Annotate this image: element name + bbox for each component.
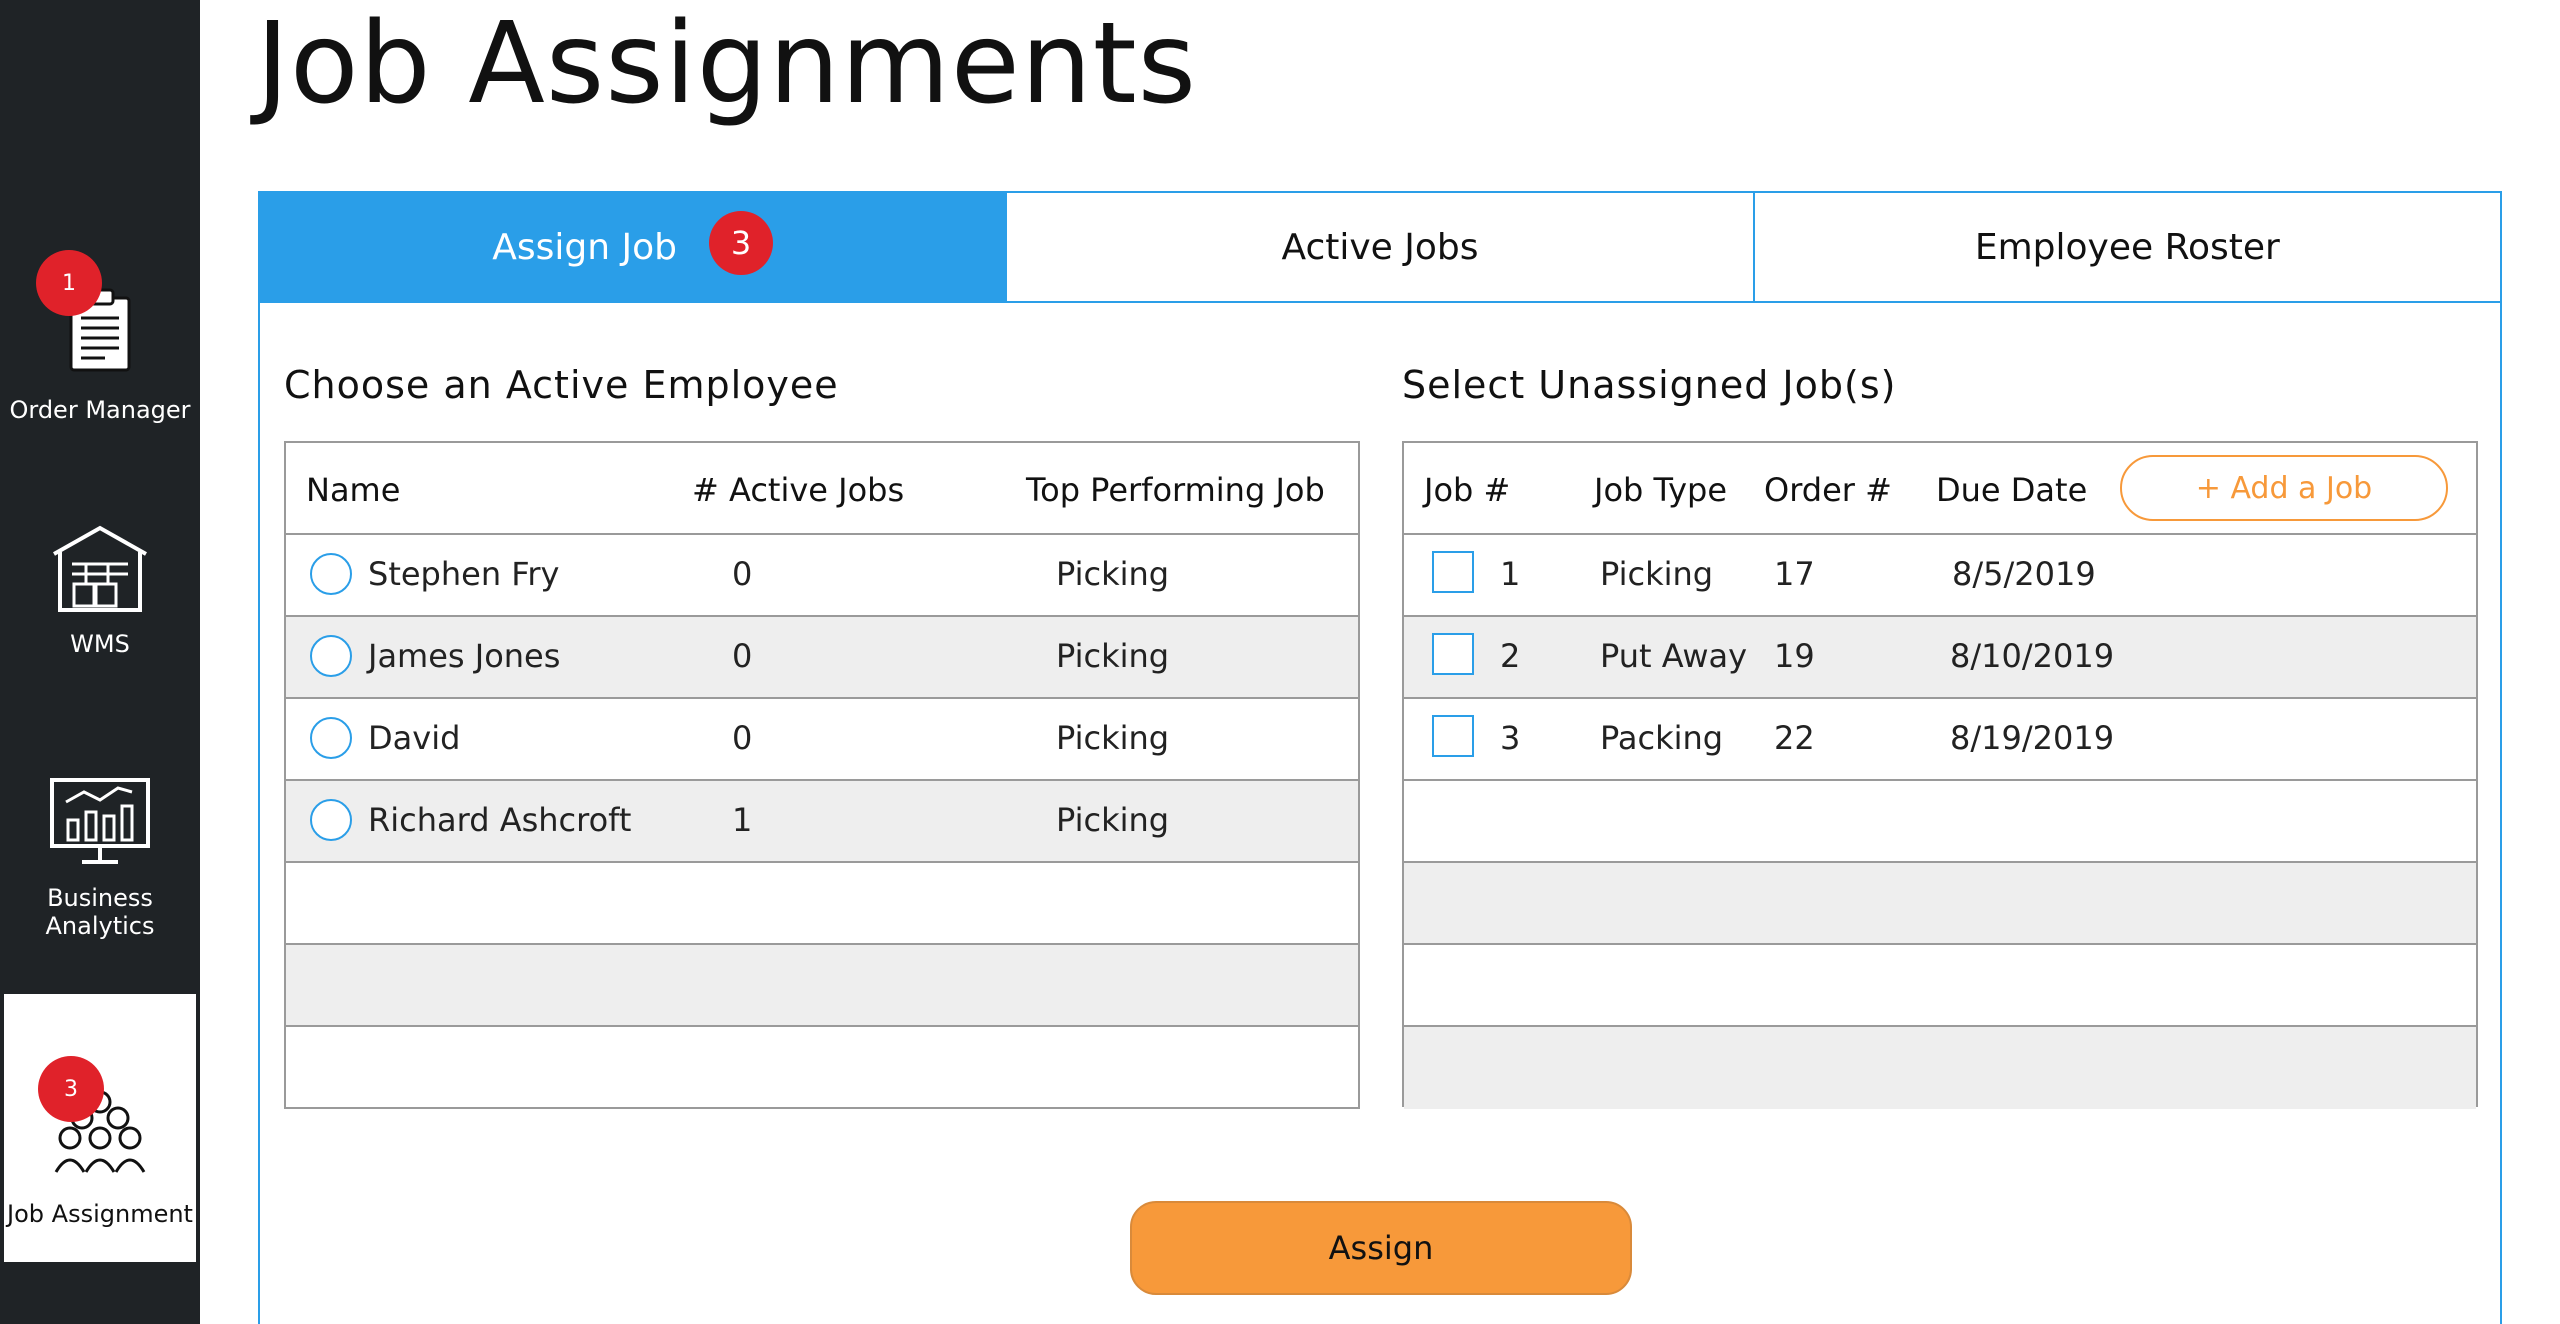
sidebar-item-label: Business Analytics [45, 884, 155, 940]
sidebar: 1 Order Manager WMS Business Analytics 3… [0, 0, 200, 1324]
job-number: 1 [1500, 555, 1521, 593]
job-checkbox[interactable] [1432, 715, 1474, 757]
job-type: Packing [1600, 719, 1724, 757]
jobs-table-header: Job # Job Type Order # Due Date + Add a … [1404, 443, 2476, 535]
analytics-chart-icon [0, 776, 200, 866]
sidebar-item-wms[interactable]: WMS [0, 510, 200, 670]
job-assignment-badge: 3 [38, 1056, 104, 1122]
employee-radio[interactable] [310, 553, 352, 595]
sidebar-item-label: Order Manager [9, 396, 191, 424]
table-row[interactable]: 3 Packing 22 8/19/2019 [1404, 699, 2476, 781]
job-number: 2 [1500, 637, 1521, 675]
table-row[interactable]: 1 Picking 17 8/5/2019 [1404, 535, 2476, 617]
employee-name: Richard Ashcroft [368, 801, 632, 839]
tab-active-jobs[interactable]: Active Jobs [1007, 193, 1755, 303]
job-order-number: 19 [1774, 637, 1815, 675]
job-due-date: 8/5/2019 [1952, 555, 2096, 593]
empty-row [1404, 1027, 2476, 1109]
employee-name: David [368, 719, 461, 757]
tab-label: Assign Job [492, 226, 678, 268]
warehouse-icon [0, 522, 200, 614]
employee-name: James Jones [368, 637, 561, 675]
tab-bar: Assign Job 3 Active Jobs Employee Roster [260, 193, 2500, 303]
table-row[interactable]: Stephen Fry 0 Picking [286, 535, 1358, 617]
tab-badge: 3 [709, 211, 774, 275]
job-due-date: 8/10/2019 [1950, 637, 2115, 675]
clipboard-icon [0, 284, 200, 374]
jobs-table: Job # Job Type Order # Due Date + Add a … [1402, 441, 2478, 1109]
employee-active-jobs: 0 [732, 637, 753, 675]
empty-row [286, 1027, 1358, 1109]
employee-top-job: Picking [1056, 719, 1170, 757]
column-header-active-jobs: # Active Jobs [692, 471, 905, 509]
tab-employee-roster[interactable]: Employee Roster [1754, 193, 2500, 303]
sidebar-item-label: WMS [70, 630, 130, 658]
employees-heading: Choose an Active Employee [284, 363, 839, 407]
table-row[interactable]: 2 Put Away 19 8/10/2019 [1404, 617, 2476, 699]
sidebar-item-job-assignment[interactable]: 3 Job Assignment [4, 994, 196, 1262]
employee-active-jobs: 1 [732, 801, 753, 839]
employee-top-job: Picking [1056, 637, 1170, 675]
table-row[interactable]: Richard Ashcroft 1 Picking [286, 781, 1358, 863]
empty-row [286, 863, 1358, 945]
column-header-name: Name [306, 471, 401, 509]
employee-active-jobs: 0 [732, 555, 753, 593]
column-header-job-number: Job # [1424, 471, 1511, 509]
tab-label: Active Jobs [1281, 226, 1479, 268]
column-header-job-type: Job Type [1594, 471, 1727, 509]
employee-radio[interactable] [310, 635, 352, 677]
employee-radio[interactable] [310, 717, 352, 759]
assign-panel: Assign Job 3 Active Jobs Employee Roster… [258, 191, 2502, 1324]
page-title: Job Assignments [256, 0, 1198, 129]
column-header-due-date: Due Date [1936, 471, 2088, 509]
employee-active-jobs: 0 [732, 719, 753, 757]
add-job-button[interactable]: + Add a Job [2120, 455, 2448, 521]
employee-radio[interactable] [310, 799, 352, 841]
table-row[interactable]: David 0 Picking [286, 699, 1358, 781]
employee-top-job: Picking [1056, 555, 1170, 593]
empty-row [1404, 781, 2476, 863]
tab-assign-job[interactable]: Assign Job 3 [260, 193, 1008, 303]
tab-label: Employee Roster [1974, 226, 2280, 268]
sidebar-item-business-analytics[interactable]: Business Analytics [0, 760, 200, 960]
employee-table-header: Name # Active Jobs Top Performing Job [286, 443, 1358, 535]
job-checkbox[interactable] [1432, 551, 1474, 593]
empty-row [1404, 945, 2476, 1027]
column-header-top-job: Top Performing Job [1026, 471, 1325, 509]
job-type: Picking [1600, 555, 1714, 593]
job-checkbox[interactable] [1432, 633, 1474, 675]
employee-top-job: Picking [1056, 801, 1170, 839]
empty-row [1404, 863, 2476, 945]
sidebar-item-order-manager[interactable]: 1 Order Manager [0, 240, 200, 440]
job-number: 3 [1500, 719, 1521, 757]
employee-table: Name # Active Jobs Top Performing Job St… [284, 441, 1360, 1109]
table-row[interactable]: James Jones 0 Picking [286, 617, 1358, 699]
app-root: 1 Order Manager WMS Business Analytics 3… [0, 0, 2560, 1324]
empty-row [286, 945, 1358, 1027]
order-manager-badge: 1 [36, 250, 102, 316]
job-due-date: 8/19/2019 [1950, 719, 2115, 757]
column-header-order-number: Order # [1764, 471, 1892, 509]
assign-button[interactable]: Assign [1130, 1201, 1632, 1295]
employee-name: Stephen Fry [368, 555, 560, 593]
job-order-number: 22 [1774, 719, 1815, 757]
jobs-heading: Select Unassigned Job(s) [1402, 363, 1897, 407]
job-type: Put Away [1600, 637, 1748, 675]
job-order-number: 17 [1774, 555, 1815, 593]
sidebar-item-label: Job Assignment [7, 1200, 193, 1228]
